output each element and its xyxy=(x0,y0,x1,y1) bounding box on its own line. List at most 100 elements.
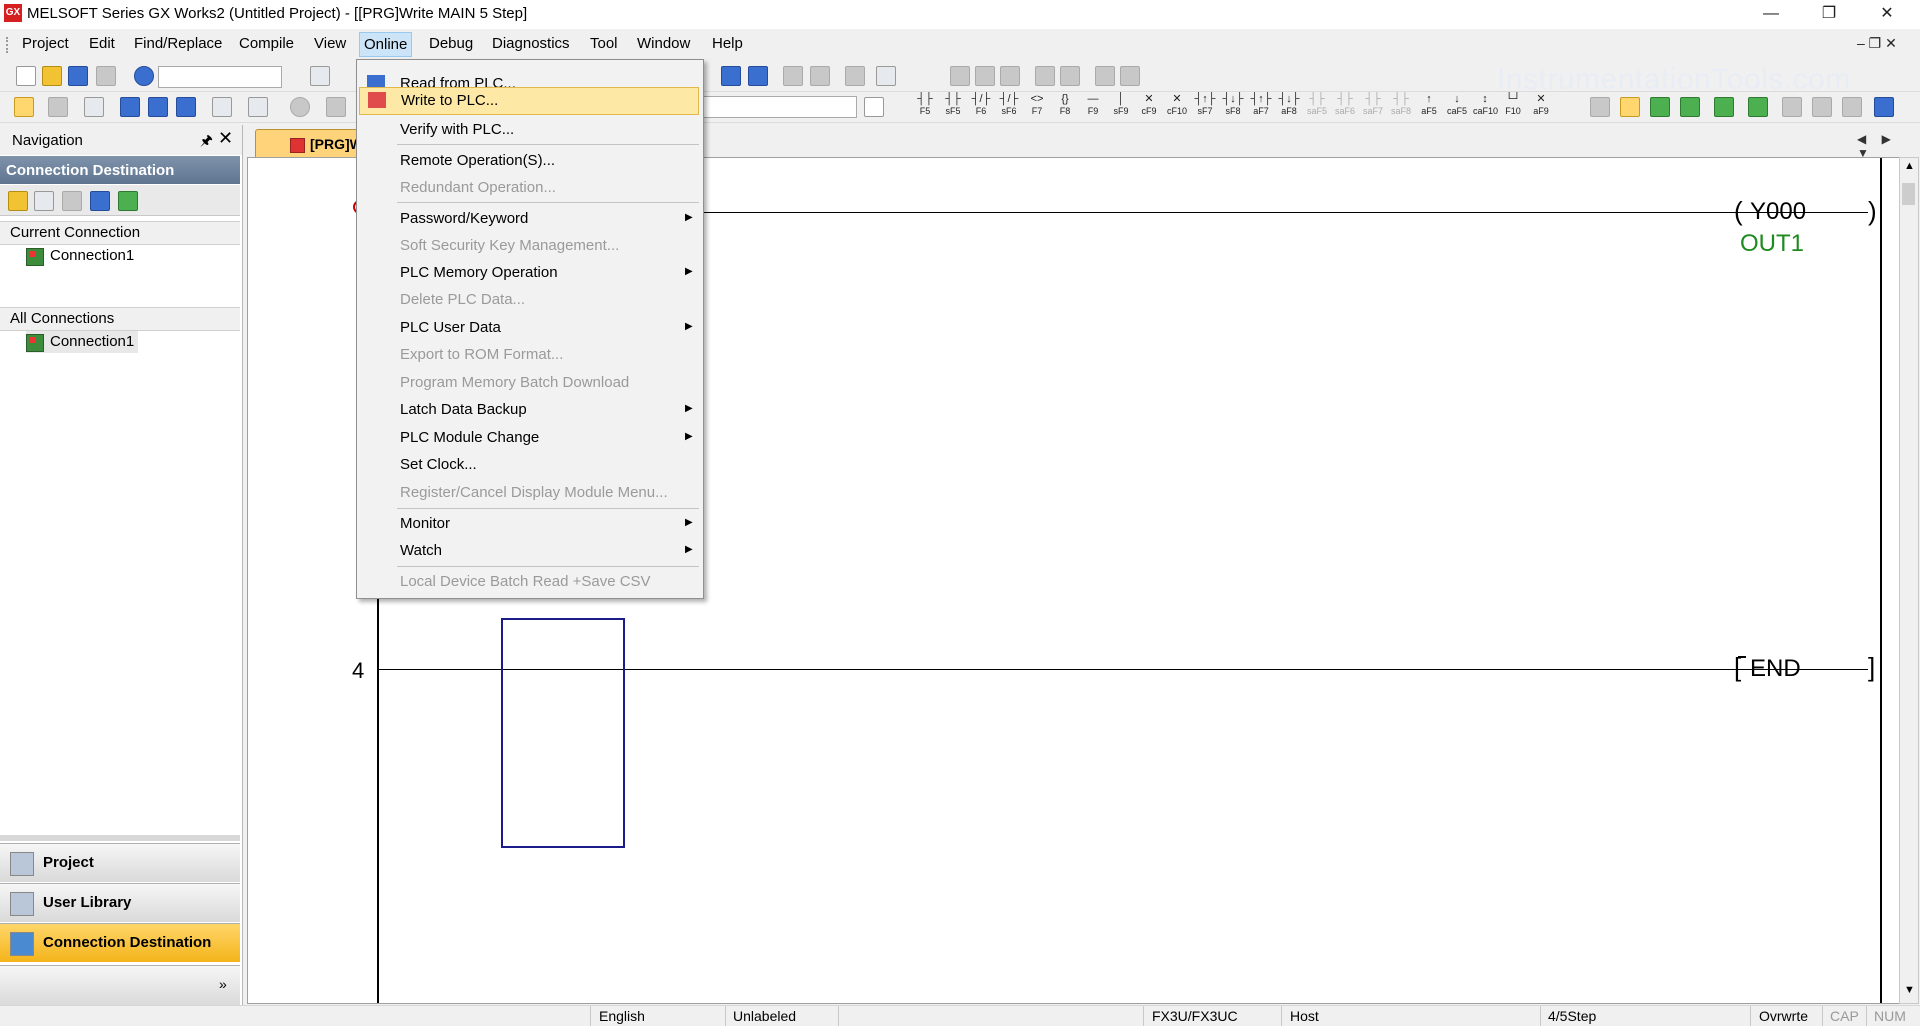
vertical-scrollbar[interactable]: ▲ ▼ xyxy=(1899,157,1919,1004)
ladder-tool-3-icon[interactable] xyxy=(1000,66,1020,86)
ladder-tool-7-icon[interactable] xyxy=(1120,66,1140,86)
ladder-symbol-icon[interactable] xyxy=(1590,97,1610,117)
cut-icon[interactable] xyxy=(310,66,330,86)
page-setup-icon[interactable] xyxy=(864,97,884,117)
nav-tab-project[interactable]: Project xyxy=(0,843,240,882)
pin-icon[interactable]: 🖈 xyxy=(200,130,213,154)
watch-window-icon[interactable] xyxy=(212,97,232,117)
scroll-up-icon[interactable]: ▲ xyxy=(1904,160,1915,172)
write-mode-icon[interactable] xyxy=(1620,97,1640,117)
new-project-icon[interactable] xyxy=(16,66,36,86)
nav-tab-user-library[interactable]: User Library xyxy=(0,883,240,922)
fkey-button[interactable]: ┤↓├ aF8 xyxy=(1277,92,1301,120)
ladder-tool-6-icon[interactable] xyxy=(1095,66,1115,86)
ladder-option-icon[interactable] xyxy=(1874,97,1894,117)
menubar-grip[interactable] xyxy=(6,37,11,53)
menu-tool[interactable]: Tool xyxy=(587,35,621,52)
save-project-icon[interactable] xyxy=(68,66,88,86)
statement-display-icon[interactable] xyxy=(1842,97,1862,117)
end-instruction[interactable]: END xyxy=(1750,655,1801,683)
fkey-button[interactable]: ┤├ saF6 xyxy=(1333,92,1357,120)
ladder-tool-1-icon[interactable] xyxy=(950,66,970,86)
fkey-button[interactable]: ↕ caF10 xyxy=(1473,92,1498,120)
fkey-button[interactable]: ┤↑├ aF7 xyxy=(1249,92,1273,120)
connection-property-icon[interactable] xyxy=(90,191,110,211)
fkey-button[interactable]: ✕ cF10 xyxy=(1165,92,1189,120)
menu-diagnostics[interactable]: Diagnostics xyxy=(489,35,573,52)
menu-online[interactable]: Online xyxy=(359,32,413,57)
menu-help[interactable]: Help xyxy=(709,35,746,52)
monitor-mode-icon[interactable] xyxy=(1680,97,1700,117)
transfer-setup-icon[interactable] xyxy=(876,66,896,86)
fkey-button[interactable]: ┤↓├ sF8 xyxy=(1221,92,1245,120)
fkey-button[interactable]: ┤├ sF5 xyxy=(941,92,965,120)
menu-debug[interactable]: Debug xyxy=(426,35,476,52)
new-connection-icon[interactable] xyxy=(8,191,28,211)
fkey-button[interactable]: ↓ caF5 xyxy=(1445,92,1469,120)
ladder-tool-2-icon[interactable] xyxy=(975,66,995,86)
cross-reference-icon[interactable] xyxy=(148,97,168,117)
device-batch-icon[interactable] xyxy=(721,66,741,86)
zoom-icon[interactable] xyxy=(1782,97,1802,117)
menu-watch[interactable]: Watch ▶ xyxy=(359,538,699,564)
restore-button[interactable]: ❐ xyxy=(1800,0,1858,29)
mdi-window-controls[interactable]: ‒ ❐ ✕ xyxy=(1857,35,1897,52)
monitor-write-mode-icon[interactable] xyxy=(1714,97,1734,117)
read-mode-icon[interactable] xyxy=(1650,97,1670,117)
device-monitor-icon[interactable] xyxy=(248,97,268,117)
navigation-toggle-icon[interactable] xyxy=(14,97,34,117)
menu-monitor[interactable]: Monitor ▶ xyxy=(359,511,699,537)
device-combo[interactable] xyxy=(703,96,857,118)
output-window-icon[interactable] xyxy=(84,97,104,117)
comment-display-icon[interactable] xyxy=(1812,97,1832,117)
monitor-stop-icon[interactable] xyxy=(810,66,830,86)
menu-write-to-plc[interactable]: Write to PLC... xyxy=(359,87,699,115)
nav-tab-connection-destination[interactable]: Connection Destination xyxy=(0,923,240,962)
menu-verify-with-plc[interactable]: Verify with PLC... xyxy=(359,117,699,143)
scroll-down-icon[interactable]: ▼ xyxy=(1904,984,1915,996)
fkey-button[interactable]: │ sF9 xyxy=(1109,92,1133,120)
fkey-button[interactable]: ↑ aF5 xyxy=(1417,92,1441,120)
menu-compile[interactable]: Compile xyxy=(236,35,297,52)
menu-password-keyword[interactable]: Password/Keyword ▶ xyxy=(359,206,699,232)
nav-more-button[interactable]: » xyxy=(0,965,240,1006)
fkey-button[interactable]: ┤├ saF5 xyxy=(1305,92,1329,120)
fkey-button[interactable]: — F9 xyxy=(1081,92,1105,120)
menu-latch-data-backup[interactable]: Latch Data Backup ▶ xyxy=(359,397,699,423)
paste-connection-icon[interactable] xyxy=(62,191,82,211)
menu-window[interactable]: Window xyxy=(634,35,693,52)
coil-y000[interactable]: Y000 xyxy=(1750,198,1806,226)
menu-set-clock[interactable]: Set Clock... xyxy=(359,452,699,478)
navigation-splitter[interactable] xyxy=(0,835,240,841)
fkey-button[interactable]: ✕ cF9 xyxy=(1137,92,1161,120)
fkey-button[interactable]: ┤/├ sF6 xyxy=(997,92,1021,120)
fkey-button[interactable]: ┤↑├ sF7 xyxy=(1193,92,1217,120)
find-icon[interactable] xyxy=(326,97,346,117)
menu-project[interactable]: Project xyxy=(19,35,72,52)
device-use-list-icon[interactable] xyxy=(120,97,140,117)
ladder-cursor[interactable] xyxy=(501,618,625,848)
fkey-button[interactable]: {} F8 xyxy=(1053,92,1077,120)
open-project-icon[interactable] xyxy=(42,66,62,86)
question-icon[interactable] xyxy=(290,97,310,117)
menu-edit[interactable]: Edit xyxy=(86,35,118,52)
ladder-tool-5-icon[interactable] xyxy=(1060,66,1080,86)
fkey-button[interactable]: ┤├ saF8 xyxy=(1389,92,1413,120)
convert-icon[interactable] xyxy=(1748,97,1768,117)
refresh-connection-icon[interactable] xyxy=(118,191,138,211)
program-verify-icon[interactable] xyxy=(845,66,865,86)
device-comment-icon[interactable] xyxy=(176,97,196,117)
ladder-tool-4-icon[interactable] xyxy=(1035,66,1055,86)
fkey-button[interactable]: <> F7 xyxy=(1025,92,1049,120)
fkey-button[interactable]: ┤├ F5 xyxy=(913,92,937,120)
close-button[interactable]: ✕ xyxy=(1858,0,1916,29)
all-connections-item[interactable]: Connection1 xyxy=(26,331,138,353)
element-list-icon[interactable] xyxy=(48,97,68,117)
project-combo[interactable] xyxy=(158,66,282,88)
navigation-close-icon[interactable]: ✕ xyxy=(218,128,233,149)
menu-view[interactable]: View xyxy=(311,35,349,52)
menu-plc-memory-operation[interactable]: PLC Memory Operation ▶ xyxy=(359,260,699,286)
scroll-thumb[interactable] xyxy=(1902,183,1915,205)
menu-plc-module-change[interactable]: PLC Module Change ▶ xyxy=(359,425,699,451)
print-icon[interactable] xyxy=(96,66,116,86)
